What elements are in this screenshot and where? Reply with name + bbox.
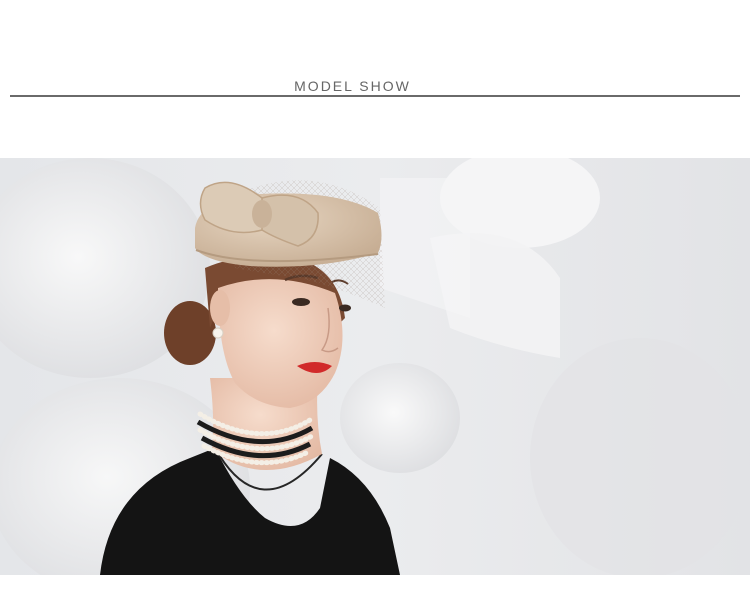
right-eye xyxy=(339,304,351,312)
pearl-earring xyxy=(212,327,224,339)
model-photo xyxy=(0,158,750,575)
section-title: MODEL SHOW xyxy=(294,78,411,94)
section-divider xyxy=(10,95,740,97)
hair-bun xyxy=(164,301,216,365)
backdrop-disc xyxy=(530,338,750,575)
backdrop-disc xyxy=(340,363,460,473)
left-eye xyxy=(292,298,310,306)
ear xyxy=(210,290,230,326)
model-show-page: MODEL SHOW xyxy=(0,0,750,595)
